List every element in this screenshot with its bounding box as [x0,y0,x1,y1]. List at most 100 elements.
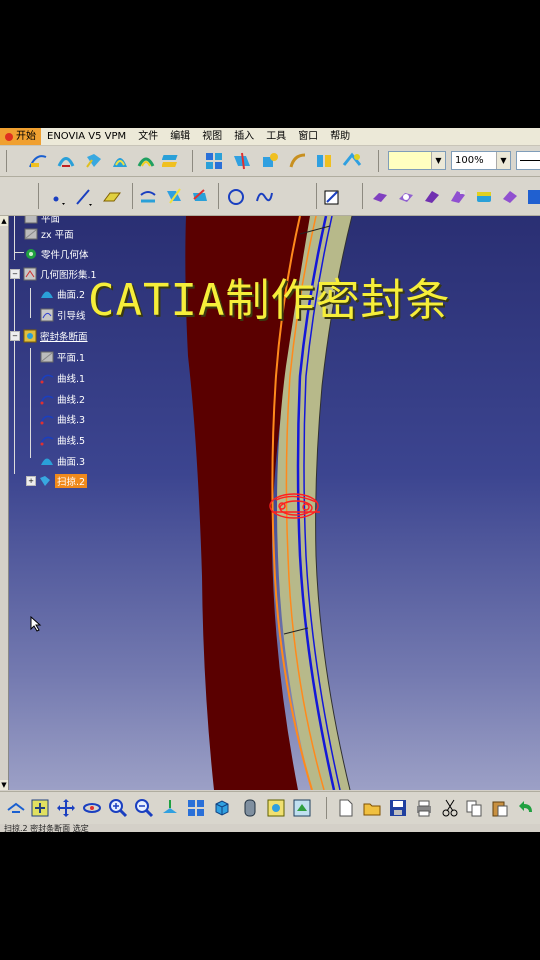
chevron-down-icon[interactable]: ▼ [431,152,445,169]
tree-toggle-icon[interactable]: + [26,476,36,486]
undo-icon[interactable] [516,798,536,818]
scroll-up-icon[interactable]: ▲ [0,216,8,226]
fit-all-icon[interactable] [30,798,50,818]
menu-enovia[interactable]: ENOVIA V5 VPM [41,128,132,145]
linetype-combo[interactable] [516,151,540,170]
split-icon[interactable] [232,151,252,171]
menu-view[interactable]: 视图 [196,128,228,145]
tree-node-curve-5[interactable]: 曲线.5 [40,432,85,448]
toolbar-separator [132,183,133,209]
blend-surface-icon[interactable] [162,151,182,171]
sew-surface-icon[interactable] [474,187,494,207]
scroll-down-icon[interactable]: ▼ [0,780,8,790]
parallel-curve-icon[interactable] [190,187,210,207]
tree-node-part-body[interactable]: 零件几何体 [24,246,89,262]
fill-surface-icon[interactable] [110,151,130,171]
view-toolbar [0,791,540,825]
menu-window[interactable]: 窗口 [292,128,324,145]
boundary-icon[interactable] [260,151,280,171]
normal-view-icon[interactable] [160,798,180,818]
point-icon[interactable] [48,187,68,207]
surface-icon [41,291,53,298]
zoom-combo[interactable]: 100% ▼ [451,151,511,170]
sketch-spline-icon[interactable] [28,151,48,171]
pan-icon[interactable] [56,798,76,818]
open-folder-icon[interactable] [362,798,382,818]
plane-icon[interactable] [102,187,122,207]
tree-node-surface-3[interactable]: 曲面.3 [40,453,85,469]
tree-node-curve-2[interactable]: 曲线.2 [40,391,85,407]
chevron-down-icon[interactable]: ▼ [496,152,510,169]
tree-node-seal-section[interactable]: − 密封条断面 [10,328,88,344]
new-file-icon[interactable] [336,798,356,818]
projection-icon[interactable] [138,187,158,207]
part-body-gear-icon [26,249,36,259]
offset-icon[interactable] [342,151,362,171]
line-icon[interactable] [74,187,94,207]
split-solid-icon[interactable] [500,187,520,207]
sweep-surface-icon[interactable] [84,151,104,171]
zoom-in-icon[interactable] [108,798,128,818]
transformation-icon[interactable] [314,151,334,171]
collapse-toggle-icon[interactable]: − [10,269,20,279]
cut-icon[interactable] [440,798,460,818]
multi-view-icon[interactable] [186,798,206,818]
catia-window: 开始 ENOVIA V5 VPM 文件 编辑 视图 插入 工具 窗口 帮助 ▼ … [0,128,540,832]
menu-file[interactable]: 文件 [132,128,164,145]
menu-start[interactable]: 开始 [0,128,41,145]
shading-icon[interactable] [240,798,260,818]
circle-icon[interactable] [226,187,246,207]
hide-show-icon[interactable] [266,798,286,818]
geometric-set-icon [23,267,37,281]
zoom-combo-value: 100% [455,155,484,166]
revolve-surface-icon[interactable] [56,151,76,171]
menu-edit[interactable]: 编辑 [164,128,196,145]
surface-toolbar: ▼ 100% ▼ [0,146,540,177]
tree-node-geo-set-1[interactable]: − 几何图形集.1 [10,266,97,282]
pocket-icon[interactable] [396,187,416,207]
sweep-icon [40,476,50,486]
more-tools-icon[interactable] [526,187,540,207]
curve-icon [40,395,54,405]
toolbar-separator [192,150,193,172]
tree-node-sweep-2[interactable]: + 扫掠.2 [26,473,88,489]
tree-node-surface-2[interactable]: 曲面.2 [40,286,85,302]
zoom-out-icon[interactable] [134,798,154,818]
intersection-icon[interactable] [164,187,184,207]
menu-tools[interactable]: 工具 [260,128,292,145]
tree-node-plane-partial[interactable]: 平面 [24,216,60,226]
3d-viewport[interactable]: ▲ ▼ 平面 zx 平面 零件几何体 − 几何图形集.1 曲面.2 引导线 − … [0,216,540,790]
thick-surface-icon[interactable] [422,187,442,207]
save-icon[interactable] [388,798,408,818]
tree-node-guide-line[interactable]: 引导线 [40,307,86,323]
curve-icon [40,374,54,384]
extrapolate-icon[interactable] [288,151,308,171]
close-surface-icon[interactable] [448,187,468,207]
curve-icon [40,436,54,446]
pad-icon[interactable] [370,187,390,207]
plane-icon [24,216,38,224]
spline-icon[interactable] [254,187,274,207]
tree-node-curve-1[interactable]: 曲线.1 [40,370,85,386]
tree-node-plane-1[interactable]: 平面.1 [40,349,85,365]
fly-mode-icon[interactable] [6,798,26,818]
iso-view-icon[interactable] [212,798,232,818]
copy-icon[interactable] [464,798,484,818]
vertical-scrollbar[interactable]: ▲ ▼ [0,216,9,790]
swap-visible-space-icon[interactable] [292,798,312,818]
tree-label: 平面 [41,216,61,225]
multi-section-surface-icon[interactable] [136,151,156,171]
sketch-icon [40,308,54,322]
sketcher-icon[interactable] [322,187,342,207]
color-combo[interactable]: ▼ [388,151,446,170]
tree-node-zx-plane[interactable]: zx 平面 [24,226,74,242]
join-icon[interactable] [204,151,224,171]
plane-icon [40,351,54,363]
rotate-icon[interactable] [82,798,102,818]
collapse-toggle-icon[interactable]: − [10,331,20,341]
print-icon[interactable] [414,798,434,818]
menu-insert[interactable]: 插入 [228,128,260,145]
tree-node-curve-3[interactable]: 曲线.3 [40,411,85,427]
menu-help[interactable]: 帮助 [324,128,356,145]
paste-icon[interactable] [490,798,510,818]
